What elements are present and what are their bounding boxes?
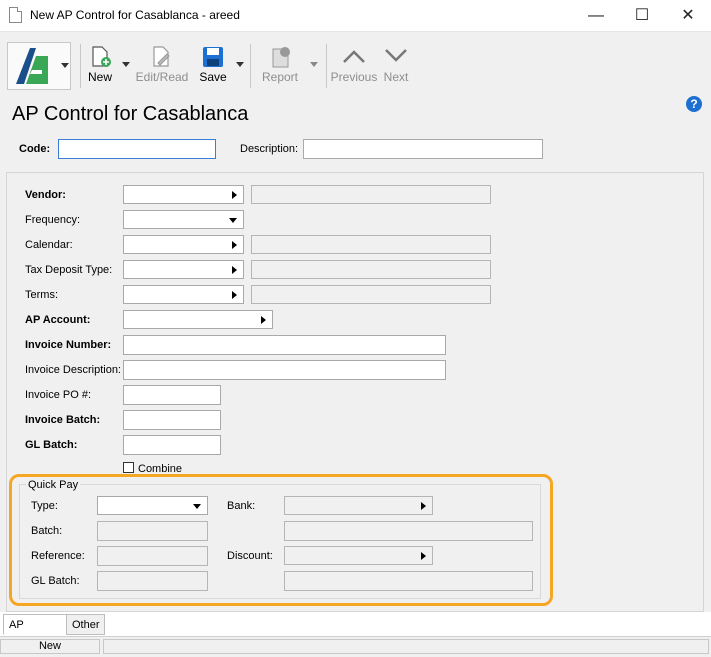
status-mode: New [0,639,100,654]
edit-read-label: Edit/Read [135,70,189,84]
toolbar-separator [80,44,81,88]
invoice-number-label: Invoice Number: [25,339,112,351]
arrow-right-icon [232,291,237,299]
arrow-right-icon [232,191,237,199]
next-button[interactable]: Next [380,44,412,88]
report-icon [272,47,290,68]
page-title: AP Control for Casablanca [12,103,249,125]
tab-ap-control[interactable]: AP Control [3,614,67,652]
invoice-po-input[interactable] [123,385,221,405]
terms-display [251,285,491,304]
close-icon[interactable]: ✕ [665,0,711,31]
chevron-down-icon[interactable] [236,62,244,67]
ap-account-label: AP Account: [25,314,91,326]
gl-batch-label: GL Batch: [25,439,78,451]
highlight-annotation [9,474,553,606]
invoice-batch-label: Invoice Batch: [25,414,101,426]
frequency-select[interactable] [123,210,244,229]
description-label: Description: [240,143,299,155]
calendar-lookup[interactable] [123,235,244,254]
app-logo-icon [16,48,48,84]
previous-label: Previous [330,70,378,84]
calendar-label: Calendar: [25,239,73,251]
vendor-label: Vendor: [25,189,66,201]
edit-icon [153,46,170,67]
tax-deposit-type-lookup[interactable] [123,260,244,279]
arrow-right-icon [232,241,237,249]
edit-read-button[interactable]: Edit/Read [134,44,190,88]
vendor-name-display [251,185,491,204]
invoice-batch-input[interactable] [123,410,221,430]
arrow-right-icon [232,266,237,274]
status-message [103,639,709,654]
maximize-icon[interactable]: ☐ [619,0,665,31]
vendor-lookup[interactable] [123,185,244,204]
chevron-down-icon[interactable] [310,62,318,67]
report-button[interactable]: Report [258,44,302,88]
new-label: New [87,70,112,84]
tab-other[interactable]: Other [66,614,105,635]
terms-label: Terms: [25,289,58,301]
next-label: Next [383,70,409,84]
help-icon[interactable]: ? [686,96,702,112]
tax-deposit-type-label: Tax Deposit Type: [25,264,113,276]
ap-account-lookup[interactable] [123,310,273,329]
save-label: Save [199,70,227,84]
chevron-down-icon [229,218,237,223]
save-button[interactable]: Save [196,44,230,88]
chevron-up-icon [343,50,365,63]
terms-lookup[interactable] [123,285,244,304]
toolbar-separator [250,44,251,88]
app-logo-button[interactable] [7,42,71,90]
new-document-icon [92,46,111,67]
title-bar: New AP Control for Casablanca - areed — … [0,0,711,32]
chevron-down-icon [385,49,407,62]
new-button[interactable]: New [84,44,116,88]
invoice-po-label: Invoice PO #: [25,389,92,401]
tax-deposit-type-display [251,260,491,279]
combine-checkbox[interactable] [123,462,134,473]
gl-batch-input[interactable] [123,435,221,455]
invoice-description-label: Invoice Description: [25,364,121,376]
description-input[interactable] [303,139,543,159]
code-input[interactable] [58,139,216,159]
status-bar: New [0,636,711,657]
minimize-icon[interactable]: — [573,0,619,31]
frequency-label: Frequency: [25,214,81,226]
chevron-down-icon[interactable] [122,62,130,67]
invoice-description-input[interactable] [123,360,446,380]
chevron-down-icon[interactable] [61,63,69,68]
toolbar-separator [326,44,327,88]
previous-button[interactable]: Previous [330,44,378,88]
document-icon [9,7,22,23]
window-title: New AP Control for Casablanca - areed [30,8,240,22]
arrow-right-icon [261,316,266,324]
calendar-display [251,235,491,254]
code-label: Code: [19,143,51,155]
report-label: Report [261,70,299,84]
invoice-number-input[interactable] [123,335,446,355]
save-icon [203,47,223,67]
